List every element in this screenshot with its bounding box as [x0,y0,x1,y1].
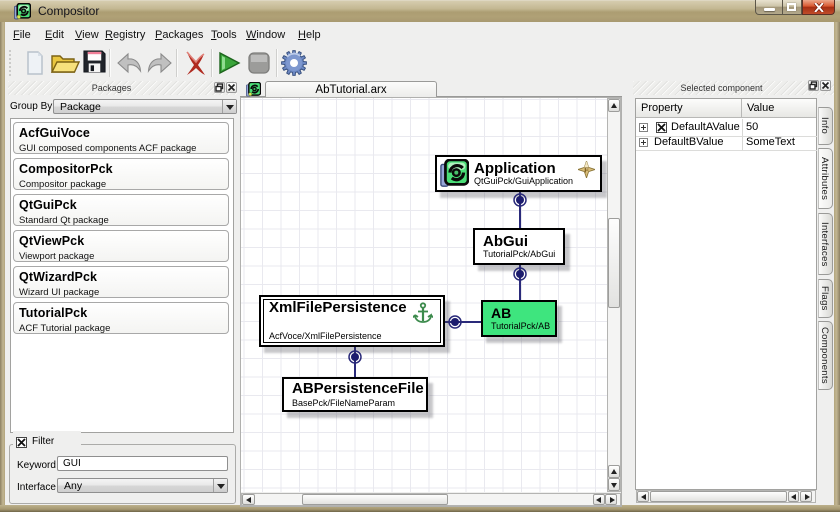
svg-text:F: F [584,166,589,175]
